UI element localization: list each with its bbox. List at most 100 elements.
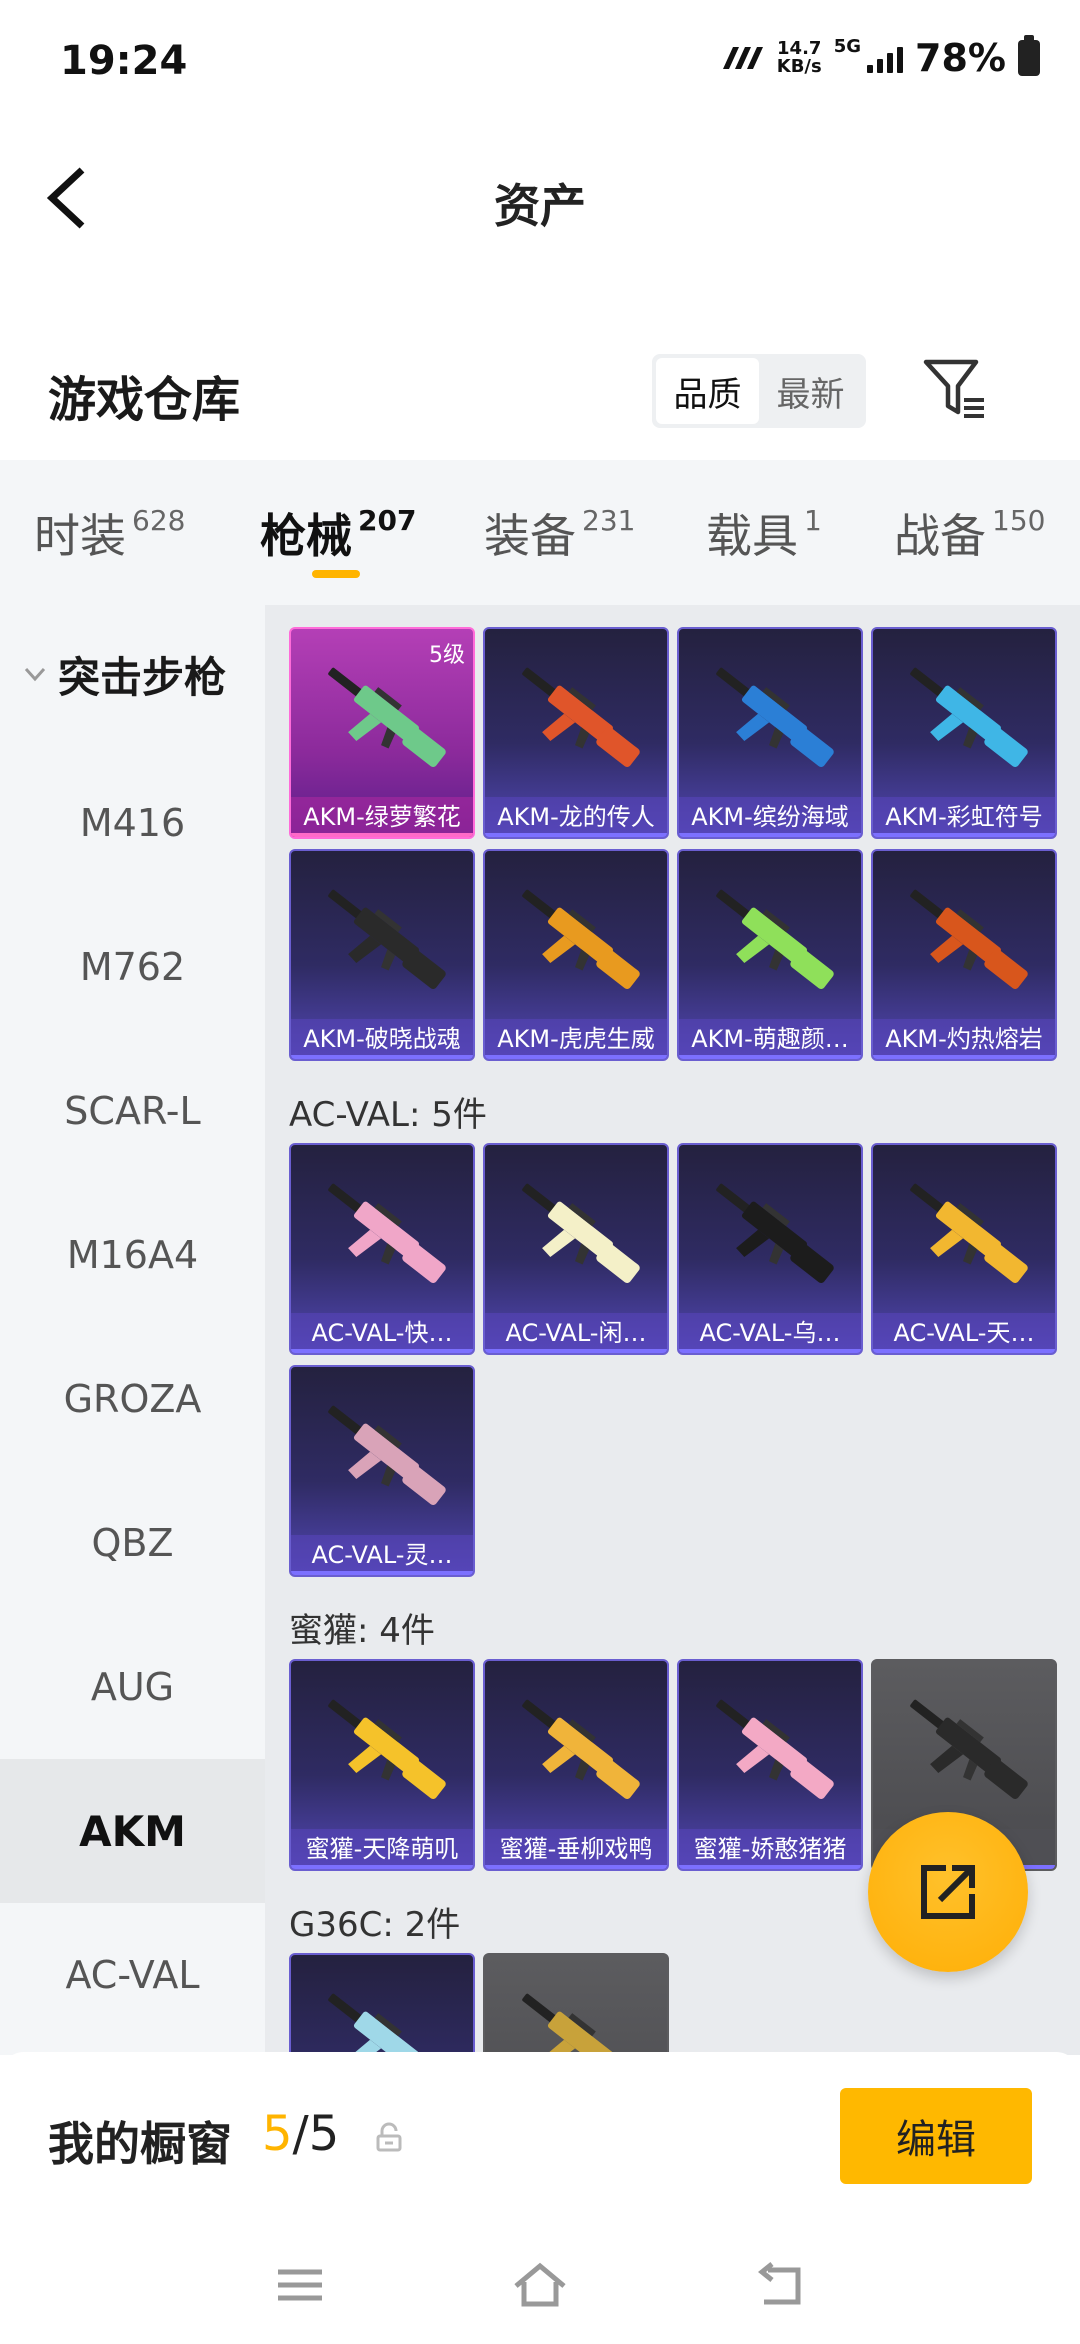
skin-name: AC-VAL-闲… bbox=[485, 1313, 667, 1353]
skin-card-underline bbox=[873, 1055, 1055, 1059]
skin-card-underline bbox=[291, 1571, 473, 1575]
sidebar-category[interactable]: 突击步枪 bbox=[0, 639, 265, 709]
skin-name: 蜜獾-垂柳戏鸭 bbox=[485, 1829, 667, 1869]
menu-icon[interactable] bbox=[272, 2260, 328, 2310]
rifle-icon bbox=[910, 1699, 1028, 1799]
skin-name: 蜜獾-天降萌叽 bbox=[291, 1829, 473, 1869]
rifle-icon bbox=[328, 889, 446, 989]
group-title: 蜜獾: 4件 bbox=[289, 1611, 435, 1651]
rifle-icon bbox=[910, 667, 1028, 767]
skin-card[interactable]: AKM-缤纷海域 bbox=[677, 627, 863, 839]
status-icons: 14.7 KB/s 5G 78% bbox=[721, 35, 1040, 80]
skin-name: AKM-虎虎生威 bbox=[485, 1019, 667, 1059]
filter-icon[interactable] bbox=[920, 354, 990, 424]
sidebar-item-qbz[interactable]: QBZ bbox=[0, 1471, 265, 1615]
rifle-icon bbox=[522, 889, 640, 989]
app-header: 资产 bbox=[0, 120, 1080, 280]
tab-label: 装备 bbox=[484, 509, 576, 563]
showcase-label: 我的橱窗 bbox=[48, 2117, 232, 2171]
rifle-icon bbox=[328, 1183, 446, 1283]
group-title: G36C: 2件 bbox=[289, 1905, 461, 1945]
speed-unit: KB/s bbox=[776, 56, 822, 77]
edit-button[interactable]: 编辑 bbox=[840, 2088, 1032, 2184]
skin-name: AC-VAL-快… bbox=[291, 1313, 473, 1353]
showcase-bar: 我的橱窗 5/5 编辑 bbox=[0, 2052, 1080, 2222]
showcase-used: 5 bbox=[262, 2106, 293, 2162]
skin-name: AKM-萌趣颜… bbox=[679, 1019, 861, 1059]
skin-card-underline bbox=[291, 1865, 473, 1869]
sidebar-item-m16a4[interactable]: M16A4 bbox=[0, 1183, 265, 1327]
skin-card-underline bbox=[873, 833, 1055, 837]
home-icon[interactable] bbox=[512, 2260, 568, 2310]
skin-name: AC-VAL-乌… bbox=[679, 1313, 861, 1353]
skin-name: AKM-缤纷海域 bbox=[679, 797, 861, 837]
sidebar-item-aug[interactable]: AUG bbox=[0, 1615, 265, 1759]
skin-card[interactable] bbox=[483, 1953, 669, 2055]
tab-label: 战备 bbox=[894, 509, 986, 563]
skin-card[interactable]: AC-VAL-灵… bbox=[289, 1365, 475, 1577]
battery-level: 78% bbox=[915, 36, 1006, 80]
tab-supplies[interactable]: 战备 150 bbox=[894, 500, 1045, 566]
rifle-icon bbox=[328, 1405, 446, 1505]
rifle-icon bbox=[328, 1699, 446, 1799]
rifle-icon bbox=[522, 1183, 640, 1283]
chevron-down-icon bbox=[24, 667, 46, 682]
skin-card-underline bbox=[485, 1349, 667, 1353]
network-speed: 14.7 KB/s bbox=[777, 40, 822, 76]
share-fab-button[interactable] bbox=[868, 1812, 1028, 1972]
sidebar-item-ac-val[interactable]: AC-VAL bbox=[0, 1903, 265, 2047]
tab-vehicles[interactable]: 载具 1 bbox=[706, 500, 822, 566]
rifle-icon bbox=[522, 1993, 640, 2055]
skin-card[interactable]: AKM-龙的传人 bbox=[483, 627, 669, 839]
status-time: 19:24 bbox=[60, 38, 188, 84]
skin-card[interactable]: AKM-彩虹符号 bbox=[871, 627, 1057, 839]
showcase-count: 5/5 bbox=[262, 2106, 339, 2162]
skin-card[interactable]: AKM-萌趣颜… bbox=[677, 849, 863, 1061]
sort-toggle: 品质 最新 bbox=[652, 354, 866, 428]
sort-quality-button[interactable]: 品质 bbox=[656, 358, 759, 424]
skin-card-underline bbox=[485, 1055, 667, 1059]
skin-card[interactable]: AKM-虎虎生威 bbox=[483, 849, 669, 1061]
sidebar-item-m416[interactable]: M416 bbox=[0, 751, 265, 895]
skin-card-underline bbox=[291, 1055, 473, 1059]
skin-card[interactable]: 蜜獾-天降萌叽 bbox=[289, 1659, 475, 1871]
tab-outfits[interactable]: 时装 628 bbox=[34, 500, 185, 566]
tab-label: 载具 bbox=[706, 509, 798, 563]
skin-card[interactable]: 蜜獾-垂柳戏鸭 bbox=[483, 1659, 669, 1871]
network-logo-icon bbox=[722, 47, 763, 69]
group-title: AC-VAL: 5件 bbox=[289, 1095, 487, 1135]
rifle-icon bbox=[328, 1993, 446, 2055]
skin-name: AKM-破晓战魂 bbox=[291, 1019, 473, 1059]
skin-card[interactable]: AC-VAL-乌… bbox=[677, 1143, 863, 1355]
sidebar-item-scar-l[interactable]: SCAR-L bbox=[0, 1039, 265, 1183]
tab-weapons[interactable]: 枪械 207 bbox=[260, 500, 416, 566]
tab-count: 1 bbox=[804, 504, 822, 537]
skin-card[interactable]: 5级 AKM-绿萝繁花 bbox=[289, 627, 475, 839]
skin-card[interactable]: 蜜獾-娇憨猪猪 bbox=[677, 1659, 863, 1871]
sidebar-item-m762[interactable]: M762 bbox=[0, 895, 265, 1039]
rifle-icon bbox=[716, 1699, 834, 1799]
skin-card-underline bbox=[679, 1055, 861, 1059]
skin-card-underline bbox=[679, 833, 861, 837]
lock-icon bbox=[376, 2122, 402, 2152]
skin-card[interactable]: AC-VAL-天… bbox=[871, 1143, 1057, 1355]
tab-count: 207 bbox=[358, 504, 417, 537]
system-nav-bar bbox=[0, 2222, 1080, 2344]
tab-equipment[interactable]: 装备 231 bbox=[484, 500, 635, 566]
skin-level: 5级 bbox=[429, 643, 465, 668]
skin-card[interactable]: AKM-破晓战魂 bbox=[289, 849, 475, 1061]
skin-card[interactable]: AKM-灼热熔岩 bbox=[871, 849, 1057, 1061]
sidebar-item-groza[interactable]: GROZA bbox=[0, 1327, 265, 1471]
rifle-icon bbox=[716, 889, 834, 989]
sidebar-item-akm[interactable]: AKM bbox=[0, 1759, 265, 1903]
skin-card[interactable]: AC-VAL-闲… bbox=[483, 1143, 669, 1355]
skin-card-underline bbox=[485, 1865, 667, 1869]
skin-card-underline bbox=[291, 833, 473, 837]
skin-card[interactable] bbox=[289, 1953, 475, 2055]
rifle-icon bbox=[716, 1183, 834, 1283]
page-title: 资产 bbox=[494, 179, 586, 233]
sort-newest-button[interactable]: 最新 bbox=[759, 358, 862, 424]
back-nav-icon[interactable] bbox=[752, 2260, 808, 2310]
rifle-icon bbox=[522, 667, 640, 767]
skin-card[interactable]: AC-VAL-快… bbox=[289, 1143, 475, 1355]
